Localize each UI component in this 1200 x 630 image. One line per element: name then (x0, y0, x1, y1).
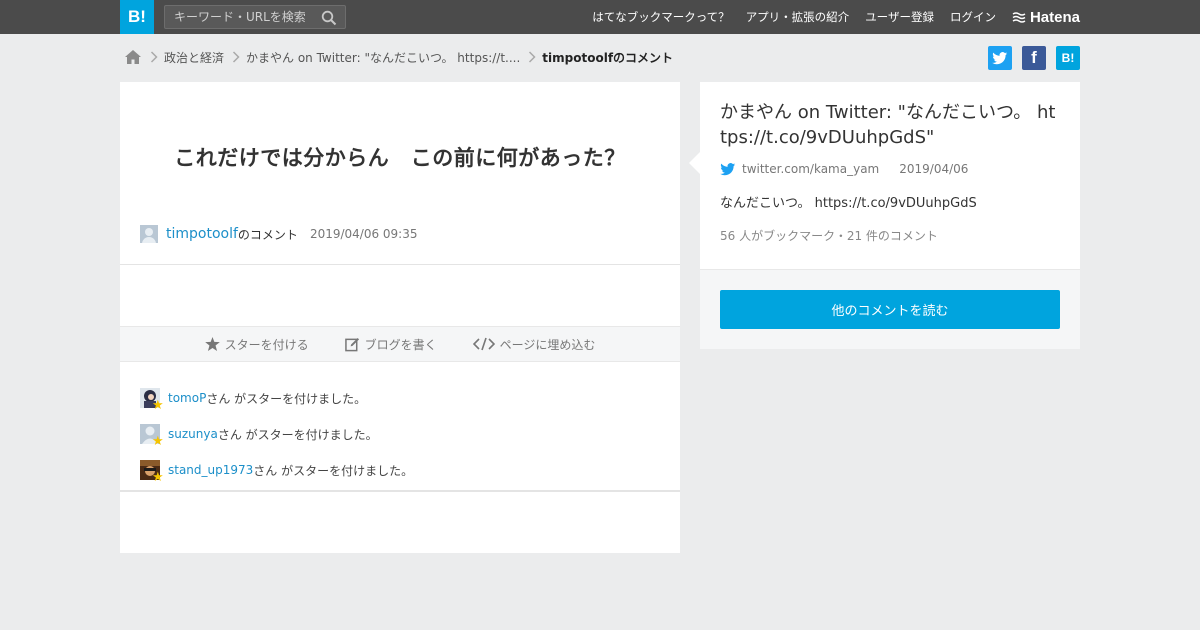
star-message: さん がスターを付けました。 (217, 427, 378, 442)
facebook-f-icon: f (1031, 48, 1037, 67)
chevron-right-icon (150, 51, 158, 63)
read-other-comments-label: 他のコメントを読む (831, 304, 949, 319)
breadcrumb: 政治と経済 かまやん on Twitter: "なんだこいつ。 https://… (124, 46, 673, 68)
share-twitter-button[interactable] (988, 46, 1012, 70)
search-input[interactable] (165, 6, 315, 28)
list-item: ★ suzunya さん がスターを付けました。 (140, 416, 660, 452)
entry-domain-link[interactable]: twitter.com/kama_yam (742, 162, 879, 176)
write-blog-button[interactable]: ブログを書く (344, 336, 437, 353)
star-icon: ★ (152, 398, 164, 413)
logo-text: B! (128, 7, 146, 26)
entry-description: なんだこいつ。 https://t.co/9vDUuhpGdS (720, 196, 977, 211)
avatar[interactable] (140, 225, 158, 243)
entry-date: 2019/04/06 (899, 162, 969, 176)
avatar[interactable]: ★ (140, 424, 164, 448)
add-star-label: スターを付ける (224, 337, 309, 352)
hatena-logo-icon (1012, 11, 1026, 23)
share-facebook-button[interactable]: f (1022, 46, 1046, 70)
entry-card: かまやん on Twitter: "なんだこいつ。 https://t.co/9… (689, 82, 1080, 349)
nav-register[interactable]: ユーザー登録 (865, 9, 934, 25)
chevron-right-icon (232, 51, 240, 63)
star-user-link[interactable]: suzunya (168, 427, 218, 441)
hatena-brand-link[interactable]: Hatena (1012, 9, 1080, 26)
comment-datetime: 2019/04/06 09:35 (309, 227, 418, 241)
nav-about[interactable]: はてなブックマークって？ (592, 9, 729, 25)
brand-text: Hatena (1029, 8, 1080, 26)
ad-space (120, 265, 680, 326)
write-blog-label: ブログを書く (364, 337, 437, 352)
nav-login[interactable]: ログイン (950, 9, 996, 25)
comment-text: これだけでは分からん この前に何があった？ (174, 146, 626, 170)
star-icon: ★ (152, 470, 164, 485)
search-icon[interactable] (321, 10, 337, 26)
share-buttons: f B! (978, 46, 1080, 70)
star-message: さん がスターを付けました。 (253, 463, 414, 478)
breadcrumb-entry[interactable]: かまやん on Twitter: "なんだこいつ。 https://t.... (246, 49, 520, 66)
hatena-bookmark-logo[interactable]: B! (120, 0, 154, 34)
avatar[interactable]: ★ (140, 388, 164, 412)
twitter-bird-icon (720, 162, 736, 175)
comment-meta: timpotoolf のコメント 2019/04/06 09:35 (140, 225, 418, 243)
chevron-right-icon (528, 51, 536, 63)
list-item: ★ tomoP さん がスターを付けました。 (140, 380, 660, 416)
comment-user-suffix: のコメント (237, 227, 298, 242)
embed-button[interactable]: ページに埋め込む (472, 336, 596, 353)
embed-label: ページに埋め込む (499, 337, 596, 352)
star-icon (204, 337, 220, 351)
home-icon[interactable] (124, 49, 142, 65)
top-bar: B! はてなブックマークって？ アプリ・拡張の紹介 ユーザー登録 ログイン Ha… (0, 0, 1200, 34)
share-hatena-button[interactable]: B! (1056, 46, 1080, 70)
comment-user-link[interactable]: timpotoolf (166, 226, 238, 242)
code-icon (472, 337, 495, 351)
avatar[interactable]: ★ (140, 460, 164, 484)
comment-block: これだけでは分からん この前に何があった？ timpotoolf のコメント 2… (120, 82, 680, 265)
star-message: さん がスターを付けました。 (206, 391, 367, 406)
star-list: ★ tomoP さん がスターを付けました。 ★ suzunya さん がスター… (120, 362, 680, 492)
read-other-comments-button[interactable]: 他のコメントを読む (720, 290, 1060, 329)
hatena-b-icon: B! (1061, 51, 1075, 65)
top-nav: はてなブックマークって？ アプリ・拡張の紹介 ユーザー登録 ログイン Haten… (576, 0, 1080, 34)
star-icon: ★ (152, 434, 164, 449)
comment-card: これだけでは分からん この前に何があった？ timpotoolf のコメント 2… (120, 82, 680, 553)
breadcrumb-category[interactable]: 政治と経済 (164, 49, 224, 66)
search-box[interactable] (164, 5, 346, 29)
entry-title-link[interactable]: かまやん on Twitter: "なんだこいつ。 https://t.co/9… (720, 102, 1055, 148)
twitter-bird-icon (992, 51, 1008, 64)
star-user-link[interactable]: tomoP (168, 391, 206, 405)
star-user-link[interactable]: stand_up1973 (168, 463, 253, 477)
entry-bookmark-count: 56 人がブックマーク・21 件のコメント (720, 229, 938, 243)
entry-meta: twitter.com/kama_yam 2019/04/06 (720, 162, 1060, 176)
action-bar: スターを付ける ブログを書く ページに埋め込む (120, 326, 680, 362)
nav-apps[interactable]: アプリ・拡張の紹介 (746, 9, 850, 25)
breadcrumb-current: timpotoolfのコメント (542, 50, 674, 65)
edit-icon (344, 337, 359, 351)
add-star-button[interactable]: スターを付ける (204, 336, 309, 353)
list-item: ★ stand_up1973 さん がスターを付けました。 (140, 452, 660, 488)
